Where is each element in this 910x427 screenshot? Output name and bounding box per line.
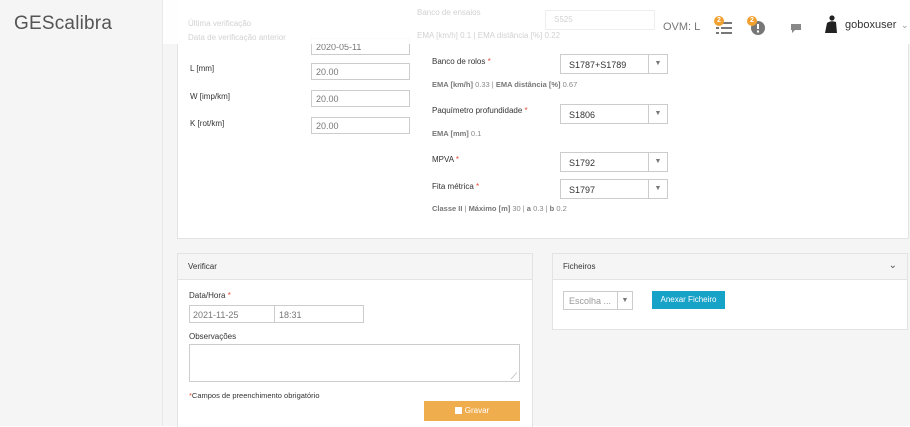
chevron-down-icon: ▼ bbox=[648, 153, 667, 171]
save-icon bbox=[454, 407, 462, 414]
app-logo[interactable]: GEScalibra bbox=[14, 13, 112, 35]
verificar-panel: Verificar Data/Hora * 2021-11-25 18:31 O… bbox=[177, 253, 533, 427]
chat-icon bbox=[791, 24, 801, 33]
faded-label-banco-ensaios: Banco de ensaios bbox=[417, 8, 481, 17]
chevron-down-icon: ▼ bbox=[617, 292, 632, 309]
paquimetro-label: Paquímetro profundidade * bbox=[432, 106, 528, 115]
paquimetro-info: EMA [mm] 0.1 bbox=[432, 129, 482, 138]
ficheiros-panel: Ficheiros ⌄ Escolha ... ▼ Anexar Ficheir… bbox=[552, 253, 908, 330]
messages-button[interactable] bbox=[790, 21, 804, 35]
field-input-l[interactable]: 20.00 bbox=[311, 63, 410, 80]
date-input[interactable]: 2021-11-25 bbox=[189, 305, 275, 323]
field-label-k: K [rot/km] bbox=[190, 119, 225, 128]
paquimetro-select[interactable]: S1806 ▼ bbox=[560, 104, 668, 124]
time-input[interactable]: 18:31 bbox=[274, 305, 364, 323]
alerts-badge: 2 bbox=[747, 16, 757, 26]
chevron-down-icon: ⌄ bbox=[888, 260, 897, 271]
faded-label-last-verification: Última verificação bbox=[188, 19, 252, 28]
datahora-label: Data/Hora * bbox=[189, 291, 231, 300]
chevron-down-icon: ▼ bbox=[648, 55, 667, 73]
top-navbar: Última verificação Data de verificação a… bbox=[163, 0, 910, 44]
banco-rolos-select[interactable]: S1787+S1789 ▼ bbox=[560, 54, 668, 74]
attach-file-button[interactable]: Anexar Ficheiro bbox=[652, 291, 725, 309]
ficheiro-select[interactable]: Escolha ... ▼ bbox=[563, 291, 633, 310]
mpva-label: MPVA * bbox=[432, 155, 459, 164]
mpva-select[interactable]: S1792 ▼ bbox=[560, 152, 668, 172]
banco-rolos-label: Banco de rolos * bbox=[432, 57, 491, 66]
chevron-down-icon: ⌄ bbox=[901, 20, 909, 30]
user-icon bbox=[825, 15, 837, 33]
field-label-l: L [mm] bbox=[190, 64, 215, 73]
user-menu[interactable]: goboxuser ⌄ bbox=[823, 14, 909, 36]
ficheiros-header[interactable]: Ficheiros ⌄ bbox=[553, 254, 907, 280]
faded-label-previous-date: Data de verificação anterior bbox=[188, 33, 286, 42]
alerts-button[interactable]: 2 bbox=[747, 16, 767, 36]
ovm-label[interactable]: OVM: L bbox=[663, 21, 700, 33]
sidebar: GEScalibra bbox=[0, 0, 163, 426]
tasks-button[interactable]: 2 bbox=[714, 16, 734, 36]
observacoes-label: Observações bbox=[189, 332, 237, 341]
faded-select-banco-ensaios: S525 bbox=[545, 10, 655, 30]
field-input-k[interactable]: 20.00 bbox=[311, 117, 410, 134]
main-content: 2020-05-11 L [mm] 20.00 W [imp/km] 20.00… bbox=[163, 0, 910, 427]
chevron-down-icon: ▼ bbox=[648, 180, 667, 198]
fita-label: Fita métrica * bbox=[432, 182, 480, 191]
banco-rolos-info: EMA [km/h] 0.33 | EMA distância [%] 0.67 bbox=[432, 80, 578, 89]
faded-info-banco-ensaios: EMA [km/h] 0.1 | EMA distância [%] 0.22 bbox=[417, 31, 561, 40]
classe-info: Classe II | Máximo [m] 30 | a 0.3 | b 0.… bbox=[432, 204, 567, 213]
field-input-w[interactable]: 20.00 bbox=[311, 90, 410, 107]
required-note: *Campos de preenchimento obrigatório bbox=[189, 391, 320, 400]
chevron-down-icon: ▼ bbox=[648, 105, 667, 123]
resize-handle-icon[interactable]: ⟋ bbox=[511, 372, 517, 381]
verificar-header: Verificar bbox=[178, 254, 532, 280]
tasks-badge: 2 bbox=[714, 16, 724, 26]
field-label-w: W [imp/km] bbox=[190, 92, 230, 101]
username: goboxuser bbox=[845, 19, 897, 31]
observacoes-textarea[interactable]: ⟋ bbox=[189, 344, 520, 382]
fita-select[interactable]: S1797 ▼ bbox=[560, 179, 668, 199]
save-button[interactable]: Gravar bbox=[424, 401, 520, 421]
